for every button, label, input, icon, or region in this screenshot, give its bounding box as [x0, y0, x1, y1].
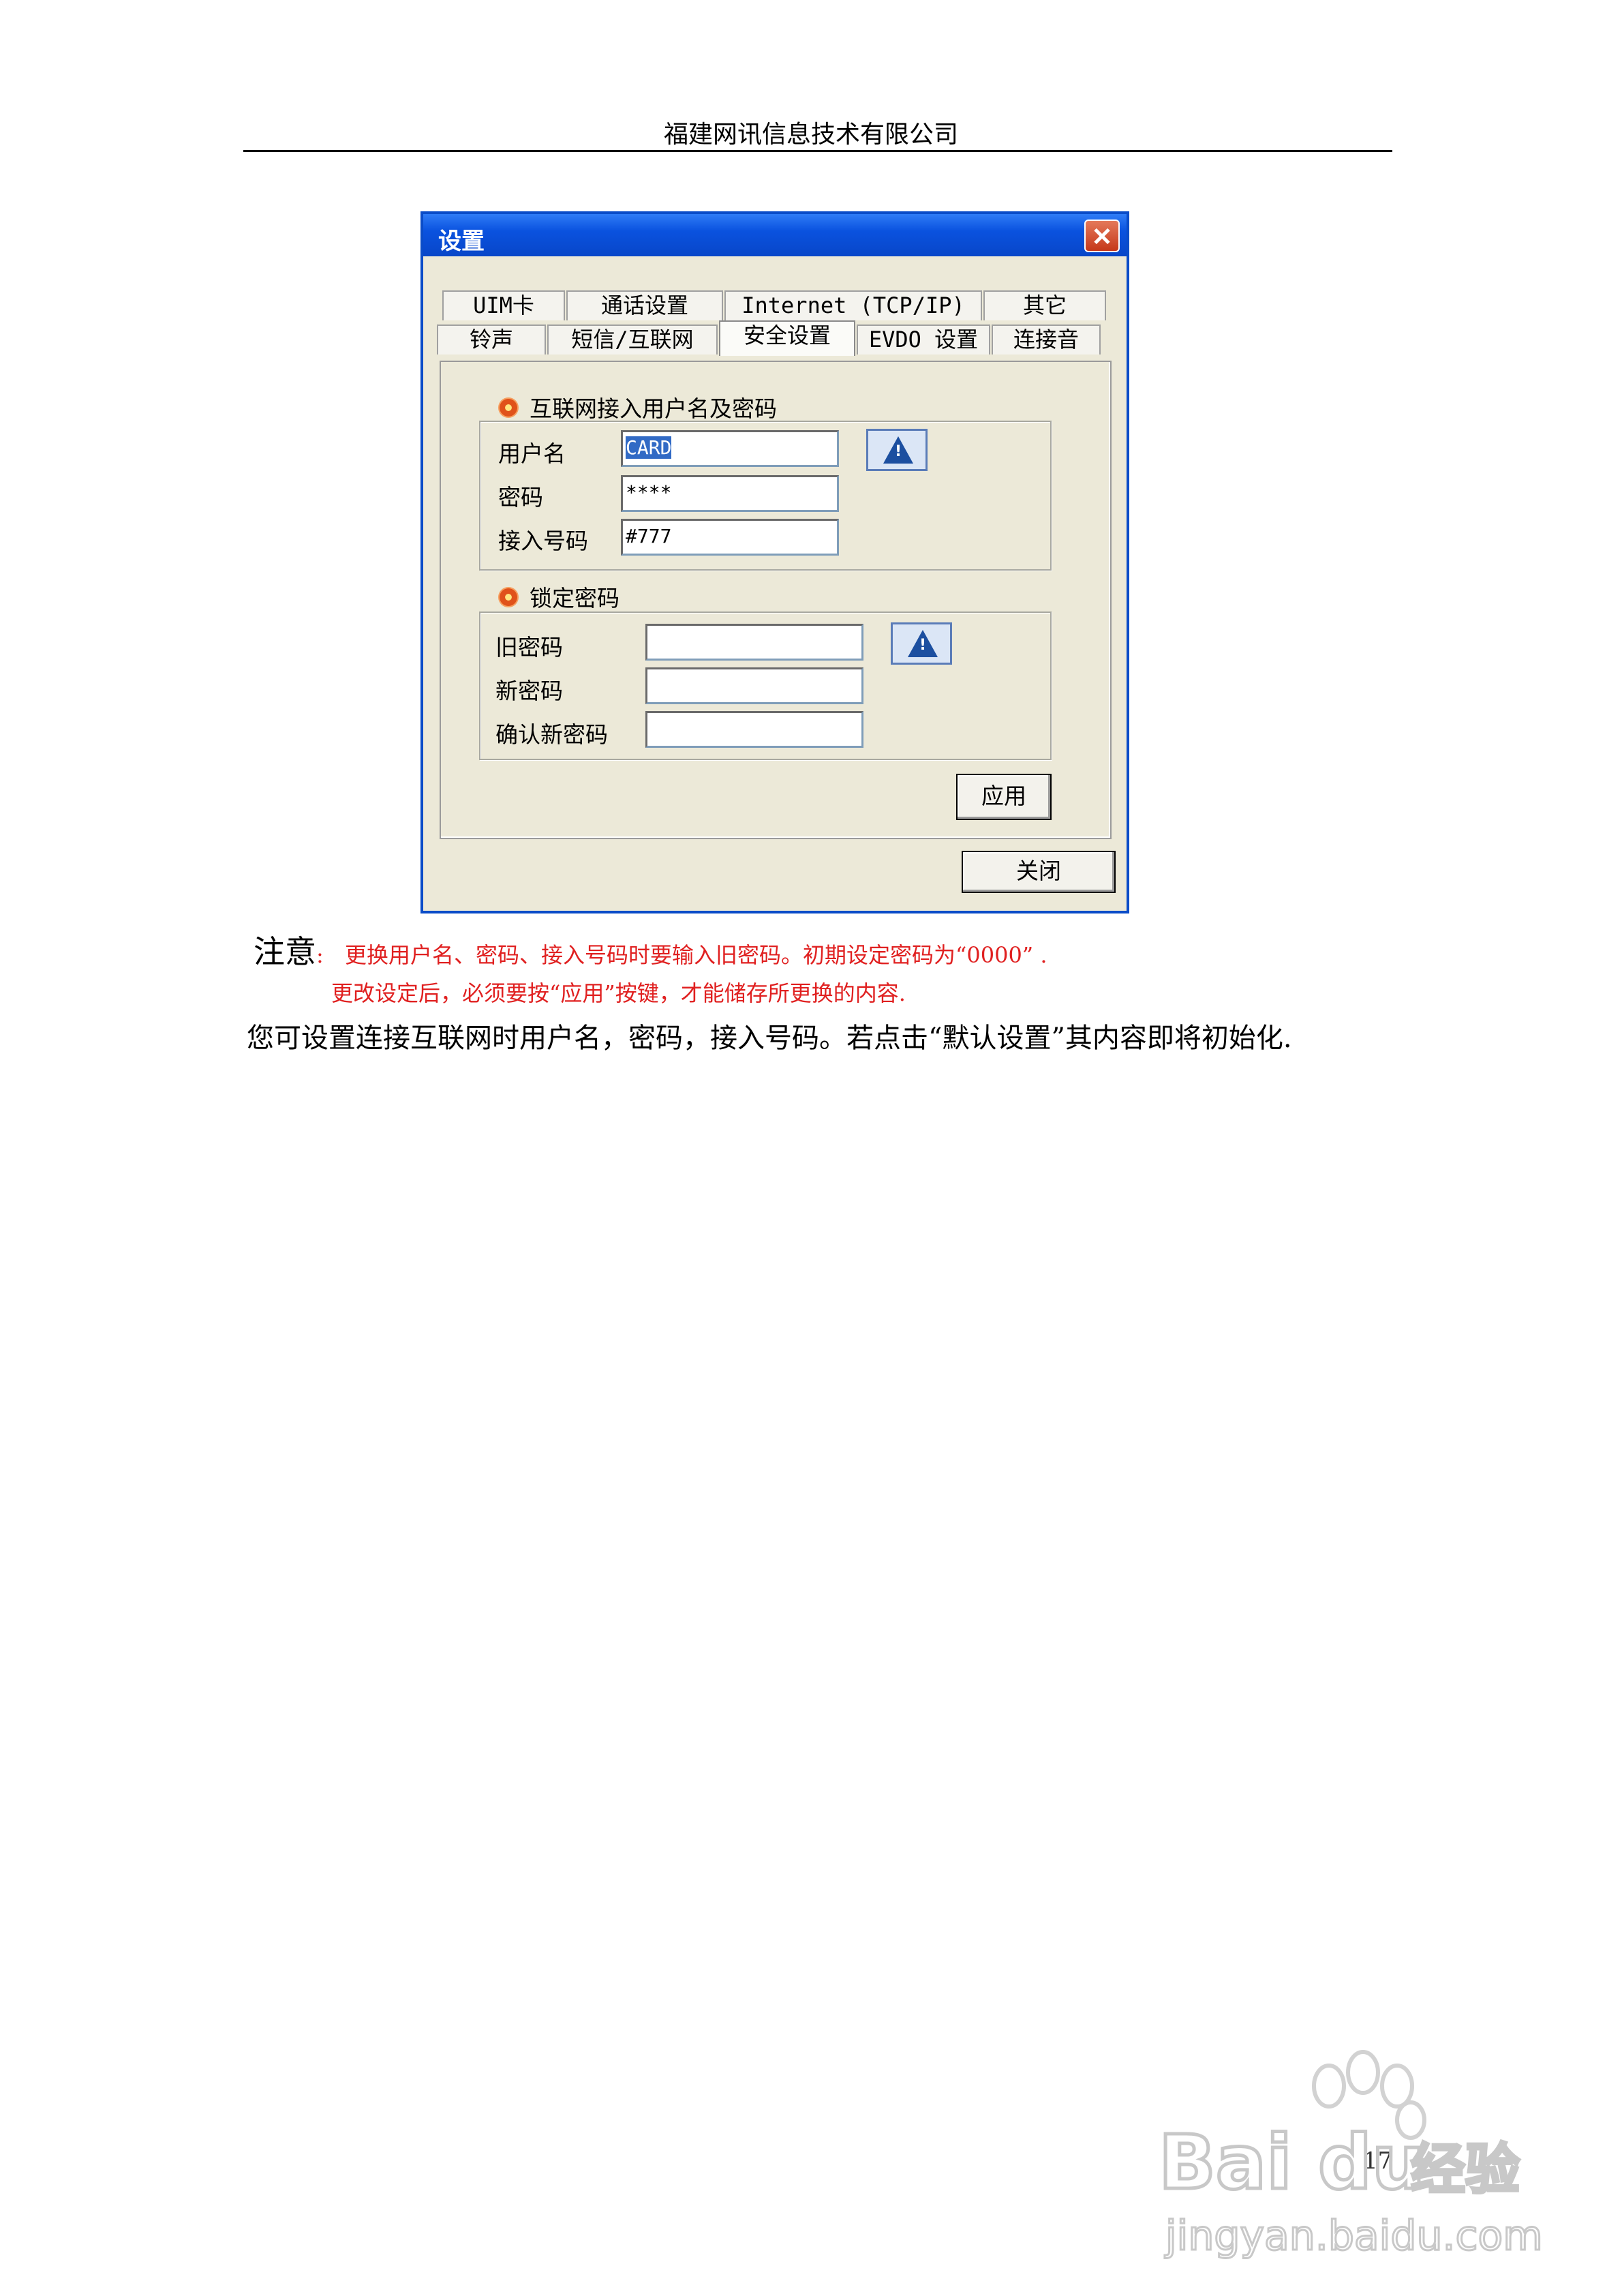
note-label: 注意: — [254, 927, 324, 972]
tab-sms-internet[interactable]: 短信/互联网 — [547, 324, 718, 354]
body-paragraph: 您可设置连接互联网时用户名，密码，接入号码。若点击“默认设置”其内容即将初始化. — [247, 1023, 1292, 1054]
security-tab-panel: 互联网接入用户名及密码 用户名 CARD 密码 **** 接入号码 #777 锁… — [440, 361, 1112, 839]
settings-dialog: 设置 UIM卡 通话设置 Internet (TCP/IP) 其它 铃声 短信/… — [420, 211, 1129, 913]
company-name: 福建网讯信息技术有限公司 — [663, 121, 958, 149]
svg-text:jingyan.baidu.com: jingyan.baidu.com — [1164, 2212, 1543, 2260]
tab-internet-tcpip[interactable]: Internet (TCP/IP) — [724, 290, 982, 320]
header-divider — [243, 150, 1392, 152]
lock-warning-button[interactable] — [891, 622, 952, 665]
tab-connect-tone[interactable]: 连接音 — [992, 324, 1101, 354]
note-colon: : — [316, 942, 324, 968]
old-password-label: 旧密码 — [495, 634, 563, 661]
dialog-title: 设置 — [438, 228, 485, 255]
tab-security-settings[interactable]: 安全设置 — [719, 320, 855, 356]
tab-call-settings[interactable]: 通话设置 — [566, 290, 723, 320]
password-label: 密码 — [498, 484, 543, 511]
confirm-password-label: 确认新密码 — [495, 721, 608, 748]
old-password-input[interactable] — [645, 624, 863, 661]
username-value: CARD — [626, 436, 672, 459]
new-password-input[interactable] — [645, 667, 863, 704]
svg-text:经验: 经验 — [1411, 2138, 1520, 2201]
tab-evdo-settings[interactable]: EVDO 设置 — [857, 324, 990, 354]
tab-ringtone[interactable]: 铃声 — [437, 324, 546, 354]
new-password-label: 新密码 — [495, 678, 563, 704]
warning-icon — [883, 436, 913, 464]
warning-icon — [908, 630, 938, 657]
svg-text:Bai du: Bai du — [1159, 2119, 1425, 2206]
dialog-titlebar[interactable]: 设置 — [423, 214, 1127, 256]
section-bullet-icon — [498, 587, 519, 607]
access-number-label: 接入号码 — [498, 528, 588, 554]
password-input[interactable]: **** — [621, 475, 839, 512]
baidu-jingyan-watermark: Bai du 经验 jingyan.baidu.com — [1157, 2050, 1544, 2261]
internet-section-title: 互联网接入用户名及密码 — [530, 395, 777, 422]
access-number-input[interactable]: #777 — [621, 519, 839, 556]
lock-section-title: 锁定密码 — [530, 585, 619, 611]
tab-other[interactable]: 其它 — [983, 290, 1106, 320]
confirm-password-input[interactable] — [645, 711, 863, 748]
close-button[interactable]: 关闭 — [962, 851, 1116, 893]
internet-warning-button[interactable] — [866, 429, 928, 471]
username-input[interactable]: CARD — [621, 430, 839, 467]
note-line-2: 更改设定后，必须要按“应用”按键，才能储存所更换的内容. — [331, 980, 906, 1006]
apply-button[interactable]: 应用 — [956, 774, 1052, 820]
username-label: 用户名 — [498, 440, 566, 467]
close-icon[interactable] — [1084, 220, 1120, 252]
tab-uim-card[interactable]: UIM卡 — [442, 290, 565, 320]
note-label-text: 注意 — [254, 933, 316, 970]
note-line-1: 更换用户名、密码、接入号码时要输入旧密码。初期设定密码为“0000” . — [345, 942, 1047, 968]
section-bullet-icon — [498, 397, 519, 418]
